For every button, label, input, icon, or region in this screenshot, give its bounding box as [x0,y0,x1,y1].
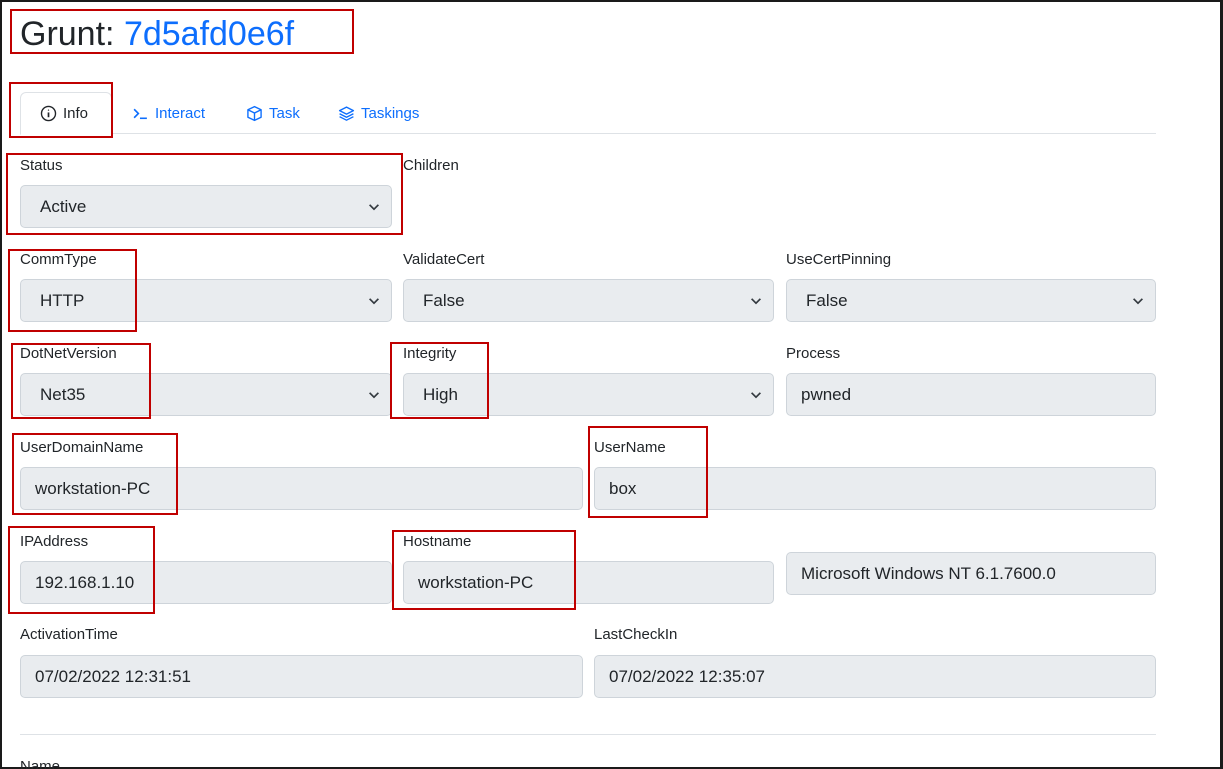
tab-interact-label: Interact [155,104,206,122]
ipaddress-input[interactable]: 192.168.1.10 [20,561,392,604]
lastcheckin-input[interactable]: 07/02/2022 12:35:07 [594,655,1156,698]
dotnetversion-select[interactable]: Net35 [20,373,392,416]
status-value: Active [40,197,87,216]
info-circle-icon [40,105,57,122]
tab-task-label: Task [269,104,300,122]
hostname-label: Hostname [403,533,472,550]
integrity-select[interactable]: High [403,373,774,416]
usecertpinning-label: UseCertPinning [786,251,892,268]
box-icon [247,105,262,121]
grunt-id: 7d5afd0e6f [123,15,295,53]
integrity-value: High [423,385,458,404]
commtype-label: CommType [20,251,97,268]
terminal-prompt-icon [133,108,147,119]
tab-taskings[interactable]: Taskings [326,92,431,134]
validatecert-select[interactable]: False [403,279,774,322]
name-label: Name [20,758,61,769]
chevron-down-icon [369,392,379,399]
hostname-input[interactable]: workstation-PC [403,561,774,604]
commtype-select[interactable]: HTTP [20,279,392,322]
chevron-down-icon [751,298,761,305]
usecertpinning-value: False [806,291,848,310]
validatecert-label: ValidateCert [403,251,485,268]
tab-bar: Info Interact Task Taskings [20,92,1156,135]
dotnetversion-value: Net35 [40,385,86,404]
layers-icon [338,105,355,121]
integrity-label: Integrity [403,345,457,362]
page-title: Grunt: 7d5afd0e6f [20,12,294,56]
chevron-down-icon [369,204,379,211]
username-input[interactable]: box [594,467,1156,510]
process-label: Process [786,345,841,362]
lastcheckin-label: LastCheckIn [594,626,678,643]
chevron-down-icon [1133,298,1143,305]
username-label: UserName [594,439,666,456]
children-label: Children [403,157,459,174]
tab-taskings-label: Taskings [361,104,420,122]
tab-interact[interactable]: Interact [120,92,217,134]
section-divider [20,734,1156,735]
activationtime-input[interactable]: 07/02/2022 12:31:51 [20,655,583,698]
title-prefix: Grunt: [20,15,115,53]
ipaddress-label: IPAddress [20,533,89,550]
tab-info[interactable]: Info [20,92,112,135]
chevron-down-icon [369,298,379,305]
status-select[interactable]: Active [20,185,392,228]
userdomainname-label: UserDomainName [20,439,144,456]
tab-task[interactable]: Task [234,92,312,134]
tab-info-label: Info [63,105,89,122]
usecertpinning-select[interactable]: False [786,279,1156,322]
chevron-down-icon [751,392,761,399]
validatecert-value: False [423,291,465,310]
commtype-value: HTTP [40,291,85,310]
dotnetversion-label: DotNetVersion [20,345,117,362]
userdomainname-input[interactable]: workstation-PC [20,467,583,510]
os-input[interactable]: Microsoft Windows NT 6.1.7600.0 [786,552,1156,595]
status-label: Status [20,157,63,174]
activationtime-label: ActivationTime [20,626,118,643]
process-input[interactable]: pwned [786,373,1156,416]
